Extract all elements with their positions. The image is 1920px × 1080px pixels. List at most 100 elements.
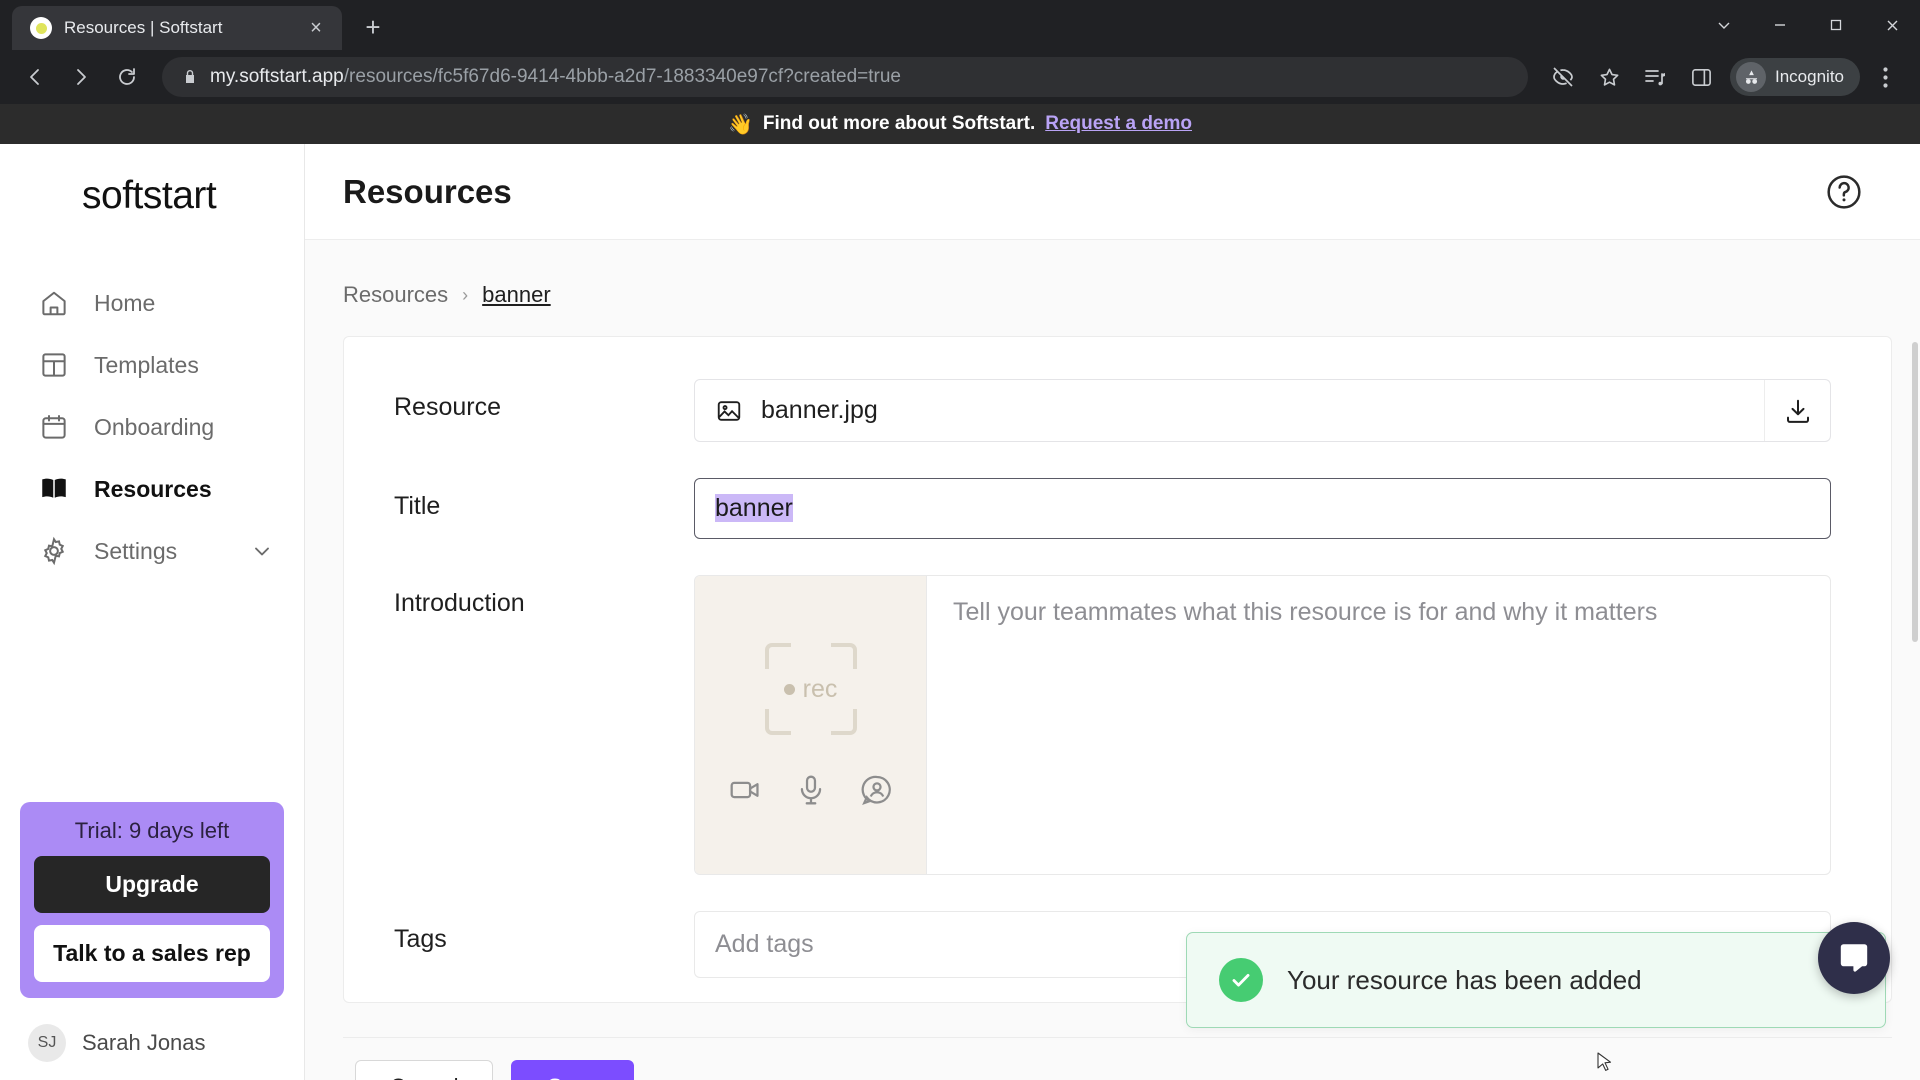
- download-icon[interactable]: [1764, 380, 1830, 441]
- sidebar-item-label: Home: [94, 289, 156, 316]
- title-input-value: banner: [715, 494, 793, 522]
- rec-badge: rec: [764, 643, 857, 735]
- chevron-right-icon: ›: [462, 284, 469, 305]
- incognito-indicator[interactable]: Incognito: [1730, 58, 1860, 96]
- browser-tab[interactable]: Resources | Softstart ×: [12, 6, 342, 50]
- sidebar-nav: Home Templates Onboarding Resources Sett…: [0, 272, 304, 582]
- resource-field: banner.jpg: [694, 379, 1831, 442]
- form-row-introduction: Introduction rec Tell your teammates wha…: [394, 575, 1831, 875]
- help-circle-icon[interactable]: [1824, 172, 1864, 212]
- sidebar-item-resources[interactable]: Resources: [0, 458, 304, 520]
- sidebar-item-settings[interactable]: Settings: [0, 520, 304, 582]
- promo-text: Find out more about Softstart.: [762, 113, 1036, 134]
- user-profile[interactable]: SJ Sarah Jonas: [0, 998, 304, 1070]
- resource-file-input[interactable]: banner.jpg: [694, 379, 1831, 442]
- star-icon[interactable]: [1588, 56, 1630, 98]
- minimize-icon[interactable]: [1752, 0, 1808, 50]
- check-circle-icon: [1219, 958, 1263, 1002]
- user-name: Sarah Jonas: [82, 1030, 206, 1055]
- sidebar-item-label: Onboarding: [94, 413, 215, 440]
- form-actions: Cancel Save: [343, 1037, 1892, 1080]
- app-body: softstart Home Templates Onboarding Reso…: [0, 144, 1920, 1080]
- calendar-icon: [38, 411, 70, 443]
- introduction-box: rec Tell your teammates what this resour…: [694, 575, 1831, 875]
- avatar-bubble-icon[interactable]: [860, 773, 894, 807]
- intercom-chat-button[interactable]: [1818, 922, 1890, 994]
- templates-icon: [38, 349, 70, 381]
- sidebar: softstart Home Templates Onboarding Reso…: [0, 144, 305, 1080]
- url-domain: my.softstart.app: [210, 66, 344, 87]
- upgrade-button[interactable]: Upgrade: [34, 856, 270, 913]
- softstart-favicon-icon: [30, 17, 52, 39]
- main-content: Resources Resources › banner Resource ba…: [305, 144, 1920, 1080]
- url-path: /resources/fc5f67d6-9414-4bbb-a2d7-18833…: [343, 66, 901, 87]
- tab-strip: Resources | Softstart × +: [0, 0, 1920, 50]
- resource-form-card: Resource banner.jpg Title banner Introdu…: [343, 336, 1892, 1003]
- forward-icon[interactable]: [60, 56, 102, 98]
- breadcrumb-root[interactable]: Resources: [343, 282, 448, 308]
- sidebar-item-label: Settings: [94, 537, 178, 564]
- avatar: SJ: [28, 1024, 66, 1062]
- vertical-scrollbar[interactable]: [1910, 336, 1920, 1080]
- home-icon: [38, 287, 70, 319]
- incognito-label: Incognito: [1775, 67, 1844, 86]
- breadcrumb: Resources › banner: [305, 240, 1920, 308]
- back-icon[interactable]: [14, 56, 56, 98]
- chevron-down-icon[interactable]: [250, 539, 274, 563]
- promo-banner: 👋 Find out more about Softstart. Request…: [0, 104, 1920, 144]
- bracket-bottom-right-icon: [830, 709, 857, 735]
- lock-icon: [182, 69, 198, 85]
- gear-icon: [38, 535, 70, 567]
- trial-status-text: Trial: 9 days left: [74, 818, 230, 843]
- trial-card: Trial: 9 days left Upgrade Talk to a sal…: [20, 802, 284, 998]
- sidebar-item-templates[interactable]: Templates: [0, 334, 304, 396]
- sidebar-item-home[interactable]: Home: [0, 272, 304, 334]
- page-header: Resources: [305, 144, 1920, 240]
- browser-toolbar: my.softstart.app/resources/fc5f67d6-9414…: [0, 50, 1920, 104]
- bracket-top-right-icon: [830, 643, 857, 669]
- page-title: Resources: [343, 172, 512, 210]
- reading-list-icon[interactable]: [1634, 56, 1676, 98]
- save-button[interactable]: Save: [511, 1060, 634, 1080]
- microphone-icon[interactable]: [794, 773, 828, 807]
- close-icon[interactable]: ×: [302, 14, 330, 42]
- new-tab-button[interactable]: +: [352, 6, 394, 48]
- incognito-avatar-icon: [1736, 62, 1766, 92]
- video-camera-icon[interactable]: [728, 773, 762, 807]
- side-panel-icon[interactable]: [1680, 56, 1722, 98]
- sidebar-item-label: Resources: [94, 475, 212, 502]
- address-bar[interactable]: my.softstart.app/resources/fc5f67d6-9414…: [162, 57, 1528, 97]
- eye-off-icon[interactable]: [1542, 56, 1584, 98]
- recorder-tools: [728, 773, 894, 807]
- maximize-icon[interactable]: [1808, 0, 1864, 50]
- bracket-bottom-left-icon: [764, 709, 791, 735]
- close-window-icon[interactable]: [1864, 0, 1920, 50]
- reload-icon[interactable]: [106, 56, 148, 98]
- talk-to-sales-button[interactable]: Talk to a sales rep: [34, 925, 270, 982]
- request-demo-link[interactable]: Request a demo: [1045, 113, 1192, 135]
- rec-inner: rec: [783, 675, 837, 704]
- chevron-down-icon[interactable]: [1696, 0, 1752, 50]
- introduction-label: Introduction: [394, 589, 525, 617]
- wave-emoji-icon: 👋: [728, 113, 753, 136]
- form-row-resource: Resource banner.jpg: [394, 379, 1831, 442]
- sidebar-item-label: Templates: [94, 351, 199, 378]
- kebab-menu-icon[interactable]: [1864, 56, 1906, 98]
- bracket-top-left-icon: [764, 643, 791, 669]
- introduction-field: rec Tell your teammates what this resour…: [694, 575, 1831, 875]
- form-row-title: Title banner: [394, 478, 1831, 539]
- tags-label: Tags: [394, 925, 447, 953]
- introduction-textarea[interactable]: Tell your teammates what this resource i…: [927, 576, 1830, 874]
- resource-filename-wrap: banner.jpg: [695, 380, 1764, 441]
- title-label: Title: [394, 492, 441, 520]
- toast-message: Your resource has been added: [1287, 964, 1642, 995]
- title-field: banner: [694, 478, 1831, 539]
- title-input[interactable]: banner: [694, 478, 1831, 539]
- app-logo[interactable]: softstart: [0, 144, 304, 218]
- url-text: my.softstart.app/resources/fc5f67d6-9414…: [210, 66, 901, 88]
- cancel-button[interactable]: Cancel: [355, 1060, 494, 1080]
- image-icon: [715, 397, 743, 425]
- breadcrumb-current: banner: [482, 282, 551, 307]
- sidebar-item-onboarding[interactable]: Onboarding: [0, 396, 304, 458]
- record-dot-icon: [783, 683, 795, 695]
